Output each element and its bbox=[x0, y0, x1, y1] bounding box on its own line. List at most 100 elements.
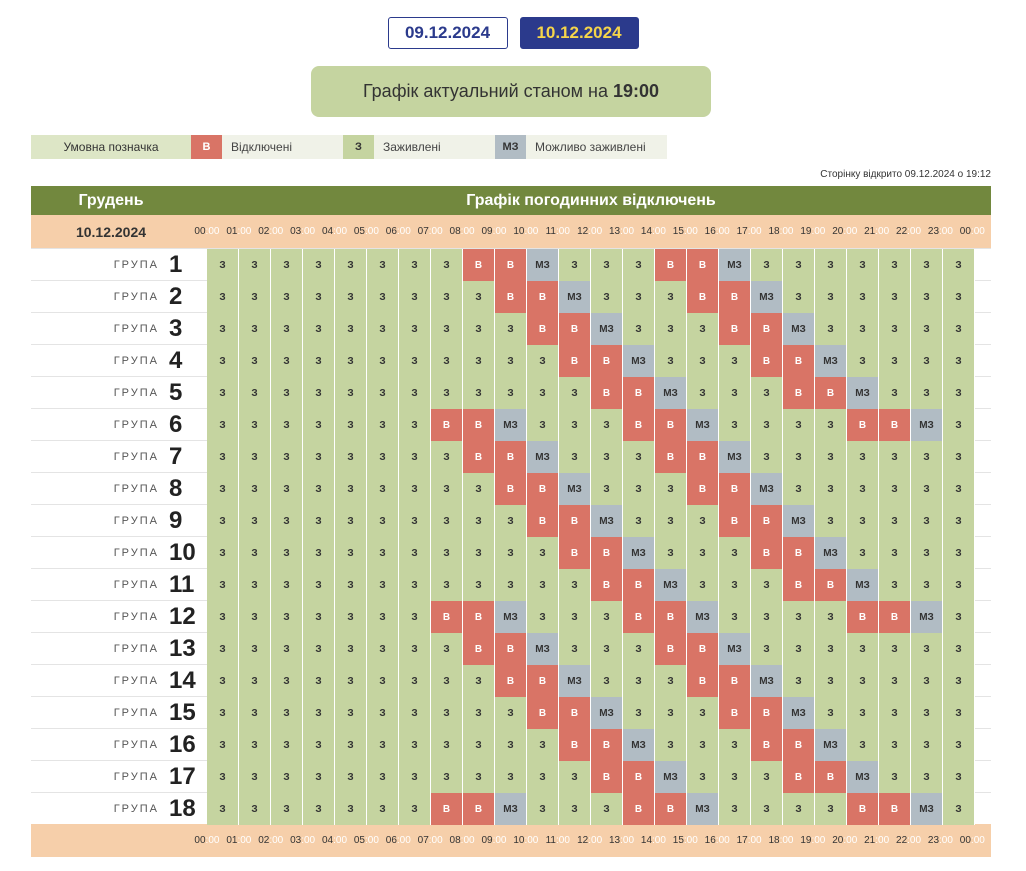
hour-cell: З bbox=[751, 441, 783, 473]
hour-cell: З bbox=[847, 665, 879, 697]
hour-cell: З bbox=[879, 377, 911, 409]
top-hour-19: 19:00 bbox=[797, 215, 829, 248]
hour-number: 18 bbox=[768, 226, 780, 237]
hour-cell: З bbox=[655, 313, 687, 345]
hour-cell: З bbox=[303, 313, 335, 345]
hour-cell: В bbox=[687, 633, 719, 665]
hour-cell: МЗ bbox=[687, 793, 719, 825]
hour-cells: З З З З З З З З З З З З В В МЗ З З З В В МЗ З З З bbox=[207, 761, 975, 793]
group-word: ГРУПА bbox=[113, 354, 159, 367]
hour-cell: З bbox=[783, 665, 815, 697]
hour-suffix: :00 bbox=[524, 226, 539, 237]
hour-cell: В bbox=[655, 601, 687, 633]
hour-number: 06 bbox=[385, 835, 397, 846]
group-label: ГРУПА 10 bbox=[31, 537, 207, 568]
hour-cell: З bbox=[847, 633, 879, 665]
legend-text-off: Відключені bbox=[222, 135, 343, 159]
date-tab-09-12[interactable]: 09.12.2024 bbox=[387, 17, 508, 49]
hour-cell: З bbox=[847, 441, 879, 473]
bottom-hour-21: 21:00 bbox=[861, 824, 893, 857]
hour-cell: З bbox=[399, 281, 431, 313]
hour-cell: З bbox=[751, 569, 783, 601]
hour-cell: З bbox=[943, 761, 975, 793]
group-row-9: ГРУПА 9 З З З З З З З З З З В В МЗ З З З В В МЗ З З З З З bbox=[31, 504, 991, 537]
hour-cell: В bbox=[559, 345, 591, 377]
hour-number: 23 bbox=[927, 226, 940, 237]
hour-cell: З bbox=[527, 793, 559, 825]
hour-cell: З bbox=[847, 505, 879, 537]
hour-number: 00 bbox=[194, 835, 206, 846]
hour-cell: В bbox=[463, 249, 495, 281]
hour-cells: З З З З З З З З З З З В В МЗ З З З В В МЗ З З З З bbox=[207, 345, 975, 377]
hour-cell: В bbox=[559, 505, 591, 537]
group-label: ГРУПА 14 bbox=[31, 665, 207, 696]
hour-cell: З bbox=[303, 249, 335, 281]
group-word: ГРУПА bbox=[113, 642, 159, 655]
hour-cell: В bbox=[559, 697, 591, 729]
hour-suffix: :00 bbox=[843, 226, 858, 237]
group-number: 9 bbox=[169, 506, 183, 534]
hour-cell: З bbox=[367, 313, 399, 345]
hour-cell: З bbox=[783, 473, 815, 505]
hour-cell: З bbox=[943, 505, 975, 537]
bottom-hour-11: 11:00 bbox=[542, 824, 574, 857]
hour-cell: З bbox=[623, 249, 655, 281]
group-number: 4 bbox=[169, 346, 183, 374]
group-rows: ГРУПА 1 З З З З З З З З В В МЗ З З З В В МЗ З З З З З З З ГРУПА 2 З З… bbox=[31, 248, 991, 825]
hour-cell: З bbox=[943, 441, 975, 473]
hour-cell: З bbox=[847, 313, 879, 345]
hour-cell: З bbox=[431, 665, 463, 697]
top-hour-17: 17:00 bbox=[733, 215, 765, 248]
hour-cell: В bbox=[783, 729, 815, 761]
group-word: ГРУПА bbox=[113, 322, 159, 335]
hour-cell: МЗ bbox=[559, 473, 591, 505]
legend-code-maybe: МЗ bbox=[495, 135, 526, 159]
hour-number: 23 bbox=[927, 835, 940, 846]
hour-number: 01 bbox=[226, 226, 238, 237]
bottom-hour-7: 07:00 bbox=[414, 824, 446, 857]
hour-cell: З bbox=[271, 473, 303, 505]
hour-suffix: :00 bbox=[811, 226, 826, 237]
hour-cell: З bbox=[527, 537, 559, 569]
hour-cell: З bbox=[399, 569, 431, 601]
hour-cell: З bbox=[719, 345, 751, 377]
hour-number: 04 bbox=[321, 226, 334, 237]
hour-suffix: :00 bbox=[970, 835, 985, 846]
group-word: ГРУПА bbox=[113, 738, 159, 751]
top-hour-16: 16:00 bbox=[701, 215, 733, 248]
bottom-hour-23: 23:00 bbox=[924, 824, 956, 857]
hour-cell: В bbox=[527, 473, 559, 505]
hour-cell: З bbox=[367, 345, 399, 377]
hour-cell: З bbox=[943, 345, 975, 377]
legend-text-on: Заживлені bbox=[374, 135, 495, 159]
hour-cell: З bbox=[303, 633, 335, 665]
hour-suffix: :00 bbox=[779, 835, 794, 846]
hour-cell: З bbox=[271, 601, 303, 633]
hour-cell: В bbox=[463, 441, 495, 473]
hour-cell: З bbox=[911, 665, 943, 697]
top-hour-13: 13:00 bbox=[606, 215, 638, 248]
hour-cells: З З З З З З З З В В МЗ З З З В В МЗ З З З З З З З bbox=[207, 249, 975, 281]
bottom-hour-18: 18:00 bbox=[765, 824, 797, 857]
hour-number: 03 bbox=[290, 226, 302, 237]
hour-cell: З bbox=[367, 473, 399, 505]
top-hour-14: 14:00 bbox=[637, 215, 669, 248]
hour-number: 17 bbox=[736, 226, 748, 237]
bottom-hour-9: 09:00 bbox=[478, 824, 510, 857]
hour-cell: З bbox=[911, 569, 943, 601]
hour-cell: З bbox=[367, 441, 399, 473]
hour-cell: З bbox=[751, 601, 783, 633]
hour-cell: МЗ bbox=[687, 409, 719, 441]
group-row-5: ГРУПА 5 З З З З З З З З З З З З В В МЗ З З З В В МЗ З З З bbox=[31, 376, 991, 409]
hour-cell: З bbox=[751, 377, 783, 409]
date-tab-10-12[interactable]: 10.12.2024 bbox=[519, 17, 639, 49]
hour-cell: З bbox=[431, 313, 463, 345]
hour-cell: З bbox=[943, 249, 975, 281]
hour-cell: З bbox=[559, 409, 591, 441]
hour-cell: З bbox=[815, 409, 847, 441]
hour-cell: З bbox=[367, 377, 399, 409]
hour-cell: З bbox=[623, 633, 655, 665]
page-opened-timestamp: Сторінку відкрито 09.12.2024 о 19:12 bbox=[820, 169, 991, 180]
hour-cell: З bbox=[719, 377, 751, 409]
hour-cell: МЗ bbox=[623, 345, 655, 377]
